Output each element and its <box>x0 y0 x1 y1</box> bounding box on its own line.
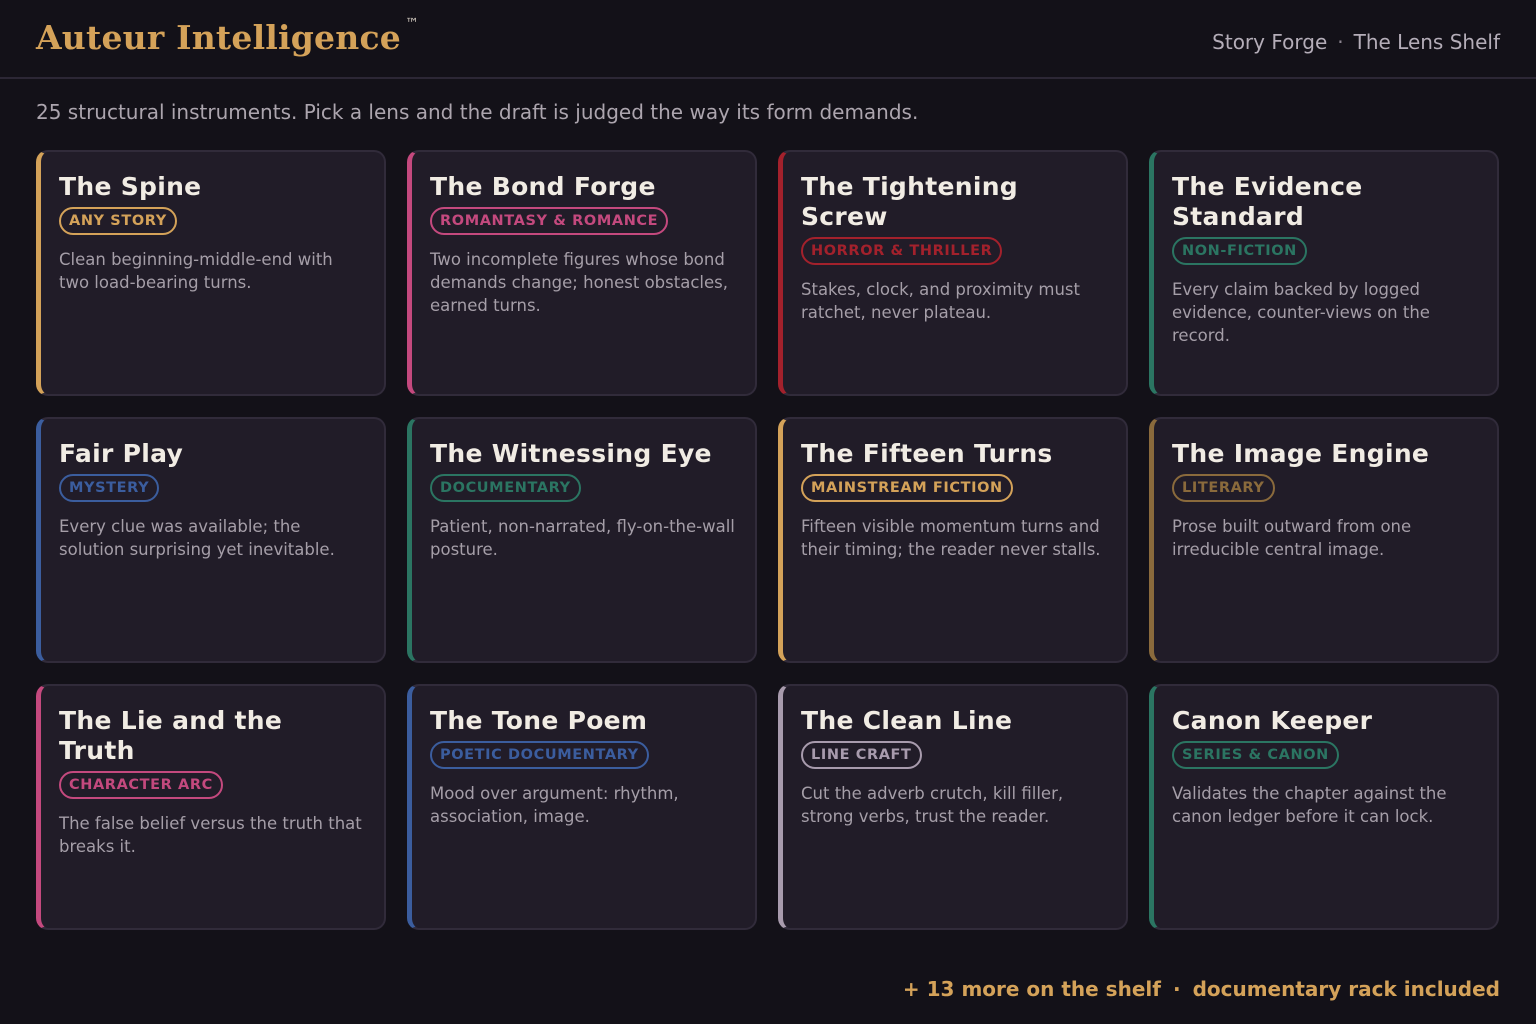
lens-description: Every clue was available; the solution s… <box>59 517 335 559</box>
nav-story-forge[interactable]: Story Forge <box>1212 30 1327 54</box>
lens-card-image-engine[interactable]: The Image Engine LITERARY Prose built ou… <box>1149 417 1499 663</box>
lens-tag: CHARACTER ARC <box>59 771 223 799</box>
lens-grid: The Spine ANY STORY Clean beginning-midd… <box>36 150 1499 930</box>
lens-title: The Bond Forge <box>430 172 656 201</box>
lens-tag: MAINSTREAM FICTION <box>801 474 1013 502</box>
lens-description: Patient, non-narrated, fly-on-the-wall p… <box>430 517 735 559</box>
lens-card-lie-and-truth[interactable]: The Lie and the Truth CHARACTER ARC The … <box>36 684 386 930</box>
lens-card-bond-forge[interactable]: The Bond Forge ROMANTASY & ROMANCE Two i… <box>407 150 757 396</box>
lens-title: The Clean Line <box>801 706 1013 735</box>
lens-tag: ANY STORY <box>59 207 177 235</box>
lens-tag: LITERARY <box>1172 474 1275 502</box>
lens-card-tightening-screw[interactable]: The Tightening Screw HORROR & THRILLER S… <box>778 150 1128 396</box>
lens-tag: LINE CRAFT <box>801 741 922 769</box>
lens-card-fifteen-turns[interactable]: The Fifteen Turns MAINSTREAM FICTION Fif… <box>778 417 1128 663</box>
lens-tag: HORROR & THRILLER <box>801 237 1003 265</box>
lens-tag: MYSTERY <box>59 474 160 502</box>
lens-title: The Spine <box>59 172 202 201</box>
intro-text: 25 structural instruments. Pick a lens a… <box>36 100 919 124</box>
lens-description: Fifteen visible momentum turns and their… <box>801 517 1101 559</box>
brand-logo[interactable]: Auteur Intelligence ™ <box>36 16 420 57</box>
lens-title: The Witnessing Eye <box>430 439 712 468</box>
lens-tag: ROMANTASY & ROMANCE <box>430 207 669 235</box>
lens-card-spine[interactable]: The Spine ANY STORY Clean beginning-midd… <box>36 150 386 396</box>
lens-description: Two incomplete figures whose bond demand… <box>430 250 728 315</box>
top-nav: Story Forge · The Lens Shelf <box>1212 30 1500 54</box>
lens-card-fair-play[interactable]: Fair Play MYSTERY Every clue was availab… <box>36 417 386 663</box>
lens-description: Every claim backed by logged evidence, c… <box>1172 280 1430 345</box>
lens-description: Clean beginning-middle-end with two load… <box>59 250 333 292</box>
lens-description: Stakes, clock, and proximity must ratche… <box>801 280 1080 322</box>
lens-title: The Fifteen Turns <box>801 439 1053 468</box>
shelf-footer: + 13 more on the shelf · documentary rack … <box>903 977 1500 1001</box>
lens-tag: DOCUMENTARY <box>430 474 581 502</box>
lens-description: Prose built outward from one irreducible… <box>1172 517 1412 559</box>
brand-name: Auteur Intelligence <box>36 18 401 57</box>
footer-separator: · <box>1172 977 1181 1001</box>
lens-description: Cut the adverb crutch, kill filler, stro… <box>801 784 1064 826</box>
lens-title: Canon Keeper <box>1172 706 1373 735</box>
top-bar: Auteur Intelligence ™ Story Forge · The Len… <box>0 0 1536 79</box>
lens-title: The Evidence Standard <box>1172 172 1363 231</box>
lens-tag: NON-FICTION <box>1172 237 1307 265</box>
lens-card-witnessing-eye[interactable]: The Witnessing Eye DOCUMENTARY Patient, … <box>407 417 757 663</box>
lens-card-clean-line[interactable]: The Clean Line LINE CRAFT Cut the adverb… <box>778 684 1128 930</box>
lens-description: Mood over argument: rhythm, association,… <box>430 784 679 826</box>
nav-lens-shelf[interactable]: The Lens Shelf <box>1354 30 1500 54</box>
lens-tag: SERIES & CANON <box>1172 741 1339 769</box>
lens-description: Validates the chapter against the canon … <box>1172 784 1447 826</box>
nav-separator: · <box>1337 30 1344 54</box>
lens-tag: POETIC DOCUMENTARY <box>430 741 649 769</box>
lens-title: The Lie and the Truth <box>59 706 283 765</box>
lens-description: The false belief versus the truth that b… <box>59 814 362 856</box>
lens-title: Fair Play <box>59 439 184 468</box>
trademark-mark: ™ <box>404 16 420 32</box>
lens-card-tone-poem[interactable]: The Tone Poem POETIC DOCUMENTARY Mood ov… <box>407 684 757 930</box>
lens-title: The Image Engine <box>1172 439 1430 468</box>
lens-title: The Tone Poem <box>430 706 648 735</box>
footer-note: documentary rack included <box>1192 977 1500 1001</box>
more-lenses-link[interactable]: + 13 more on the shelf <box>903 977 1161 1001</box>
lens-title: The Tightening Screw <box>801 172 1018 231</box>
lens-card-canon-keeper[interactable]: Canon Keeper SERIES & CANON Validates th… <box>1149 684 1499 930</box>
lens-card-evidence-standard[interactable]: The Evidence Standard NON-FICTION Every … <box>1149 150 1499 396</box>
